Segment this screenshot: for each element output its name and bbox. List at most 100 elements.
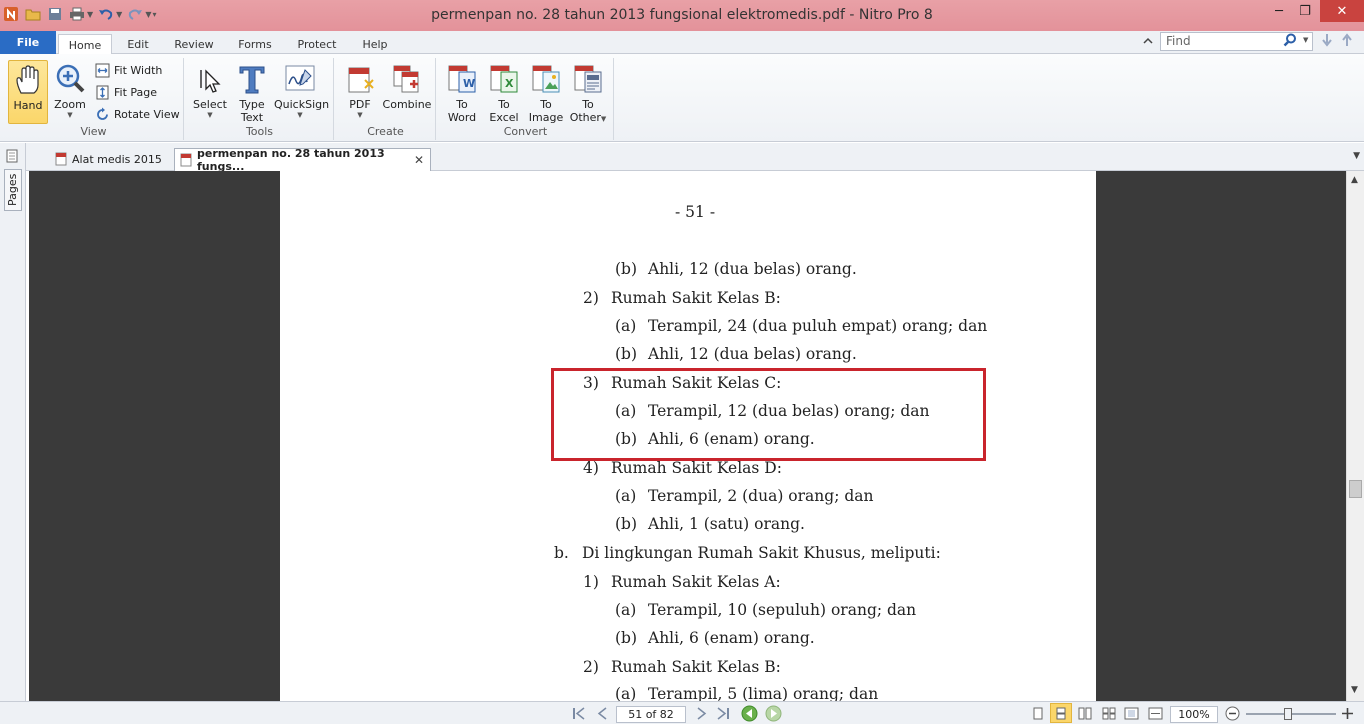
convert-group-label: Convert	[503, 125, 548, 138]
fit-page-button[interactable]: Fit Page	[95, 82, 157, 102]
pdf-file-icon	[180, 153, 192, 167]
forward-view-icon[interactable]	[765, 705, 782, 724]
fit-page-label: Fit Page	[114, 85, 158, 99]
zoom-level-input[interactable]: 100%	[1170, 706, 1218, 723]
facing-continuous-view-icon[interactable]	[1102, 707, 1116, 723]
to-image-label-1: To	[540, 98, 552, 111]
type-text-icon	[235, 62, 269, 96]
tab-edit[interactable]: Edit	[118, 34, 158, 54]
restore-icon[interactable]: ❐	[1290, 0, 1320, 22]
select-dropdown-icon: ▼	[207, 111, 213, 119]
zoom-button[interactable]: Zoom ▼	[50, 60, 90, 124]
fit-width-status-icon[interactable]	[1148, 707, 1163, 723]
pdf-label: PDF	[349, 98, 371, 111]
quicksign-button[interactable]: QuickSign ▼	[274, 60, 330, 124]
to-other-label-1: To	[582, 98, 594, 111]
tools-group: Select ▼ Type Text QuickSign ▼ Tools	[186, 58, 334, 140]
tab-file[interactable]: File	[0, 31, 56, 54]
combine-icon	[390, 62, 424, 96]
search-icon[interactable]	[1283, 33, 1297, 50]
list-item-text: Di lingkungan Rumah Sakit Khusus, melipu…	[582, 544, 941, 562]
fit-page-status-icon[interactable]	[1124, 707, 1139, 723]
list-item-text: Ahli, 1 (satu) orang.	[648, 515, 805, 533]
find-previous-icon[interactable]	[1340, 33, 1354, 50]
search-options-icon[interactable]: ▼	[1303, 36, 1308, 44]
single-page-view-icon[interactable]	[1032, 707, 1044, 723]
doc-tab-alat-medis[interactable]: Alat medis 2015	[50, 148, 190, 171]
continuous-view-icon[interactable]	[1050, 703, 1072, 723]
find-next-icon[interactable]	[1320, 33, 1334, 50]
excel-spreadsheet-icon: X	[487, 62, 521, 96]
close-tab-icon[interactable]: ✕	[414, 153, 424, 167]
quicksign-label: QuickSign	[274, 98, 330, 111]
zoom-out-icon[interactable]	[1225, 706, 1240, 724]
tab-home[interactable]: Home	[58, 34, 112, 55]
to-word-label-1: To	[456, 98, 468, 111]
list-item-text: Terampil, 24 (dua puluh empat) orang; da…	[648, 317, 988, 335]
tab-help[interactable]: Help	[356, 34, 394, 54]
pdf-button[interactable]: PDF ▼	[340, 60, 380, 124]
create-group: PDF ▼ Combine Create	[336, 58, 436, 140]
type-text-label-2: Text	[240, 111, 264, 124]
collapse-ribbon-icon[interactable]	[1141, 34, 1155, 51]
list-item-marker: 2)	[583, 289, 599, 307]
scrollbar-thumb[interactable]	[1349, 480, 1362, 498]
previous-page-icon[interactable]	[596, 707, 608, 723]
rotate-view-button[interactable]: Rotate View	[95, 104, 180, 124]
to-word-button[interactable]: W To Word	[442, 60, 482, 124]
pdf-create-icon	[343, 62, 377, 96]
vertical-scrollbar[interactable]: ▲ ▼	[1346, 171, 1364, 701]
create-group-label: Create	[367, 125, 404, 138]
to-excel-label-1: To	[498, 98, 510, 111]
list-item-text: Ahli, 12 (dua belas) orang.	[648, 345, 857, 363]
zoom-in-icon[interactable]	[1340, 706, 1355, 724]
doc-tab-permenpan[interactable]: permenpan no. 28 tahun 2013 fungs... ✕	[174, 147, 431, 173]
combine-label: Combine	[382, 98, 432, 111]
page-number-input[interactable]: 51 of 82	[616, 706, 686, 723]
list-item-text: Rumah Sakit Kelas B:	[611, 658, 781, 676]
fit-width-icon	[95, 63, 110, 77]
tab-protect[interactable]: Protect	[290, 34, 344, 54]
to-excel-button[interactable]: X To Excel	[484, 60, 524, 124]
rotate-view-label: Rotate View	[114, 107, 180, 121]
tab-forms[interactable]: Forms	[232, 34, 278, 54]
pages-panel-icon[interactable]	[5, 149, 19, 166]
scroll-down-icon[interactable]: ▼	[1351, 685, 1358, 695]
doc-tab-label: permenpan no. 28 tahun 2013 fungs...	[197, 147, 385, 173]
list-item-text: Terampil, 5 (lima) orang; dan	[648, 685, 879, 701]
hand-label: Hand	[13, 99, 43, 112]
to-word-label-2: Word	[447, 111, 477, 124]
facing-view-icon[interactable]	[1078, 707, 1092, 723]
to-other-label-2: Other▼	[569, 111, 607, 124]
list-item-marker: (b)	[615, 260, 638, 278]
document-viewport[interactable]: - 51 - (b) Ahli, 12 (dua belas) orang. 2…	[29, 171, 1346, 701]
list-item-text: Terampil, 10 (sepuluh) orang; dan	[648, 601, 917, 619]
svg-text:W: W	[463, 77, 475, 90]
scroll-up-icon[interactable]: ▲	[1351, 175, 1358, 185]
zoom-icon	[53, 62, 87, 96]
last-page-icon[interactable]	[716, 707, 730, 723]
combine-button[interactable]: Combine	[382, 60, 432, 124]
pages-tab[interactable]: Pages	[4, 169, 22, 211]
hand-button[interactable]: Hand	[8, 60, 48, 124]
tab-list-dropdown-icon[interactable]: ▼	[1353, 151, 1360, 161]
list-item-marker: b.	[554, 544, 569, 562]
rotate-view-icon	[97, 107, 108, 120]
first-page-icon[interactable]	[572, 707, 586, 723]
fit-width-button[interactable]: Fit Width	[95, 60, 162, 80]
close-window-icon[interactable]: ✕	[1320, 0, 1364, 22]
to-other-dropdown-icon: ▼	[600, 115, 607, 123]
back-view-icon[interactable]	[741, 705, 758, 724]
side-panel: Pages	[0, 143, 26, 704]
list-item-text: Ahli, 6 (enam) orang.	[648, 629, 815, 647]
select-button[interactable]: Select ▼	[190, 60, 230, 124]
zoom-slider-thumb[interactable]	[1284, 708, 1292, 720]
view-group-label: View	[80, 125, 107, 138]
word-document-icon: W	[445, 62, 479, 96]
tab-review[interactable]: Review	[168, 34, 220, 54]
next-page-icon[interactable]	[696, 707, 708, 723]
to-image-button[interactable]: To Image	[526, 60, 566, 124]
type-text-button[interactable]: Type Text	[232, 60, 272, 124]
highlight-box	[551, 368, 986, 461]
to-other-button[interactable]: To Other▼	[568, 60, 608, 124]
